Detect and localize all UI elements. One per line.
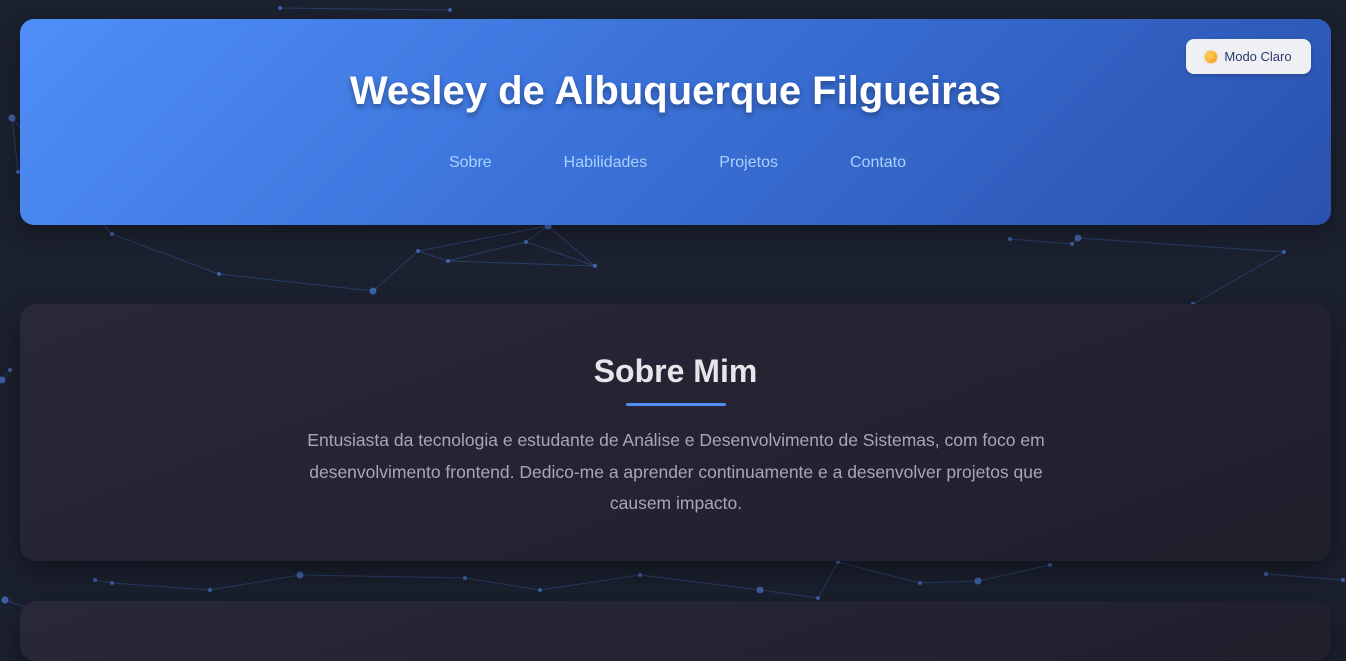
network-node <box>8 368 12 372</box>
network-node <box>593 264 597 268</box>
network-link <box>111 582 211 591</box>
network-node <box>918 581 922 585</box>
network-node <box>816 596 820 600</box>
network-node <box>1282 250 1286 254</box>
network-link <box>417 225 549 252</box>
nav-link-habilidades[interactable]: Habilidades <box>564 154 648 172</box>
network-link <box>447 241 527 262</box>
network-link <box>539 574 641 591</box>
next-section <box>20 601 1331 661</box>
network-node <box>446 259 450 263</box>
network-link <box>447 260 596 267</box>
network-node <box>1070 242 1074 246</box>
network-link <box>1192 251 1285 305</box>
network-node <box>93 578 97 582</box>
network-node <box>110 232 114 236</box>
network-node <box>8 114 16 122</box>
network-node <box>1264 572 1268 576</box>
network-node <box>1341 578 1345 582</box>
network-node <box>1074 234 1082 242</box>
network-link <box>525 241 596 267</box>
main-nav: Sobre Habilidades Projetos Contato <box>20 154 1331 172</box>
network-node <box>296 571 304 579</box>
nav-link-contato[interactable]: Contato <box>850 154 906 172</box>
network-link <box>209 574 301 591</box>
network-link <box>759 589 819 599</box>
network-link <box>1265 573 1344 581</box>
network-node <box>756 586 764 594</box>
network-node <box>524 240 528 244</box>
theme-toggle-label: Modo Claro <box>1224 49 1292 64</box>
nav-link-projetos[interactable]: Projetos <box>719 154 778 172</box>
network-link <box>218 273 374 292</box>
network-node <box>538 588 542 592</box>
network-link <box>1009 238 1073 245</box>
title-underline <box>626 403 726 406</box>
network-node <box>110 581 114 585</box>
sun-icon <box>1205 50 1218 63</box>
network-link <box>837 561 921 584</box>
network-node <box>1048 563 1052 567</box>
site-title: Wesley de Albuquerque Filgueiras <box>349 69 1002 113</box>
network-link <box>111 233 220 275</box>
network-link <box>279 7 451 11</box>
network-link <box>464 577 541 591</box>
network-node <box>208 588 212 592</box>
header: Modo Claro Wesley de Albuquerque Filguei… <box>20 19 1331 225</box>
about-section: Sobre Mim Entusiasta da tecnologia e est… <box>20 304 1331 561</box>
about-text: Entusiasta da tecnologia e estudante de … <box>307 430 1045 513</box>
network-link <box>372 250 419 292</box>
network-node <box>0 376 6 384</box>
network-link <box>1077 237 1285 253</box>
network-link <box>299 574 466 579</box>
network-link <box>977 564 1051 582</box>
network-link <box>919 580 979 584</box>
network-node <box>217 272 221 276</box>
network-link <box>639 574 761 591</box>
network-link <box>11 117 19 173</box>
network-link <box>547 225 596 267</box>
network-node <box>638 573 642 577</box>
network-link <box>417 250 449 262</box>
network-node <box>448 8 452 12</box>
network-node <box>1 596 9 604</box>
network-node <box>278 6 282 10</box>
network-link <box>817 561 839 599</box>
network-node <box>1008 237 1012 241</box>
network-node <box>463 576 467 580</box>
nav-link-sobre[interactable]: Sobre <box>449 154 492 172</box>
network-link <box>94 579 113 584</box>
about-title: Sobre Mim <box>593 353 758 389</box>
network-node <box>416 249 420 253</box>
network-node <box>369 287 377 295</box>
network-node <box>974 577 982 585</box>
